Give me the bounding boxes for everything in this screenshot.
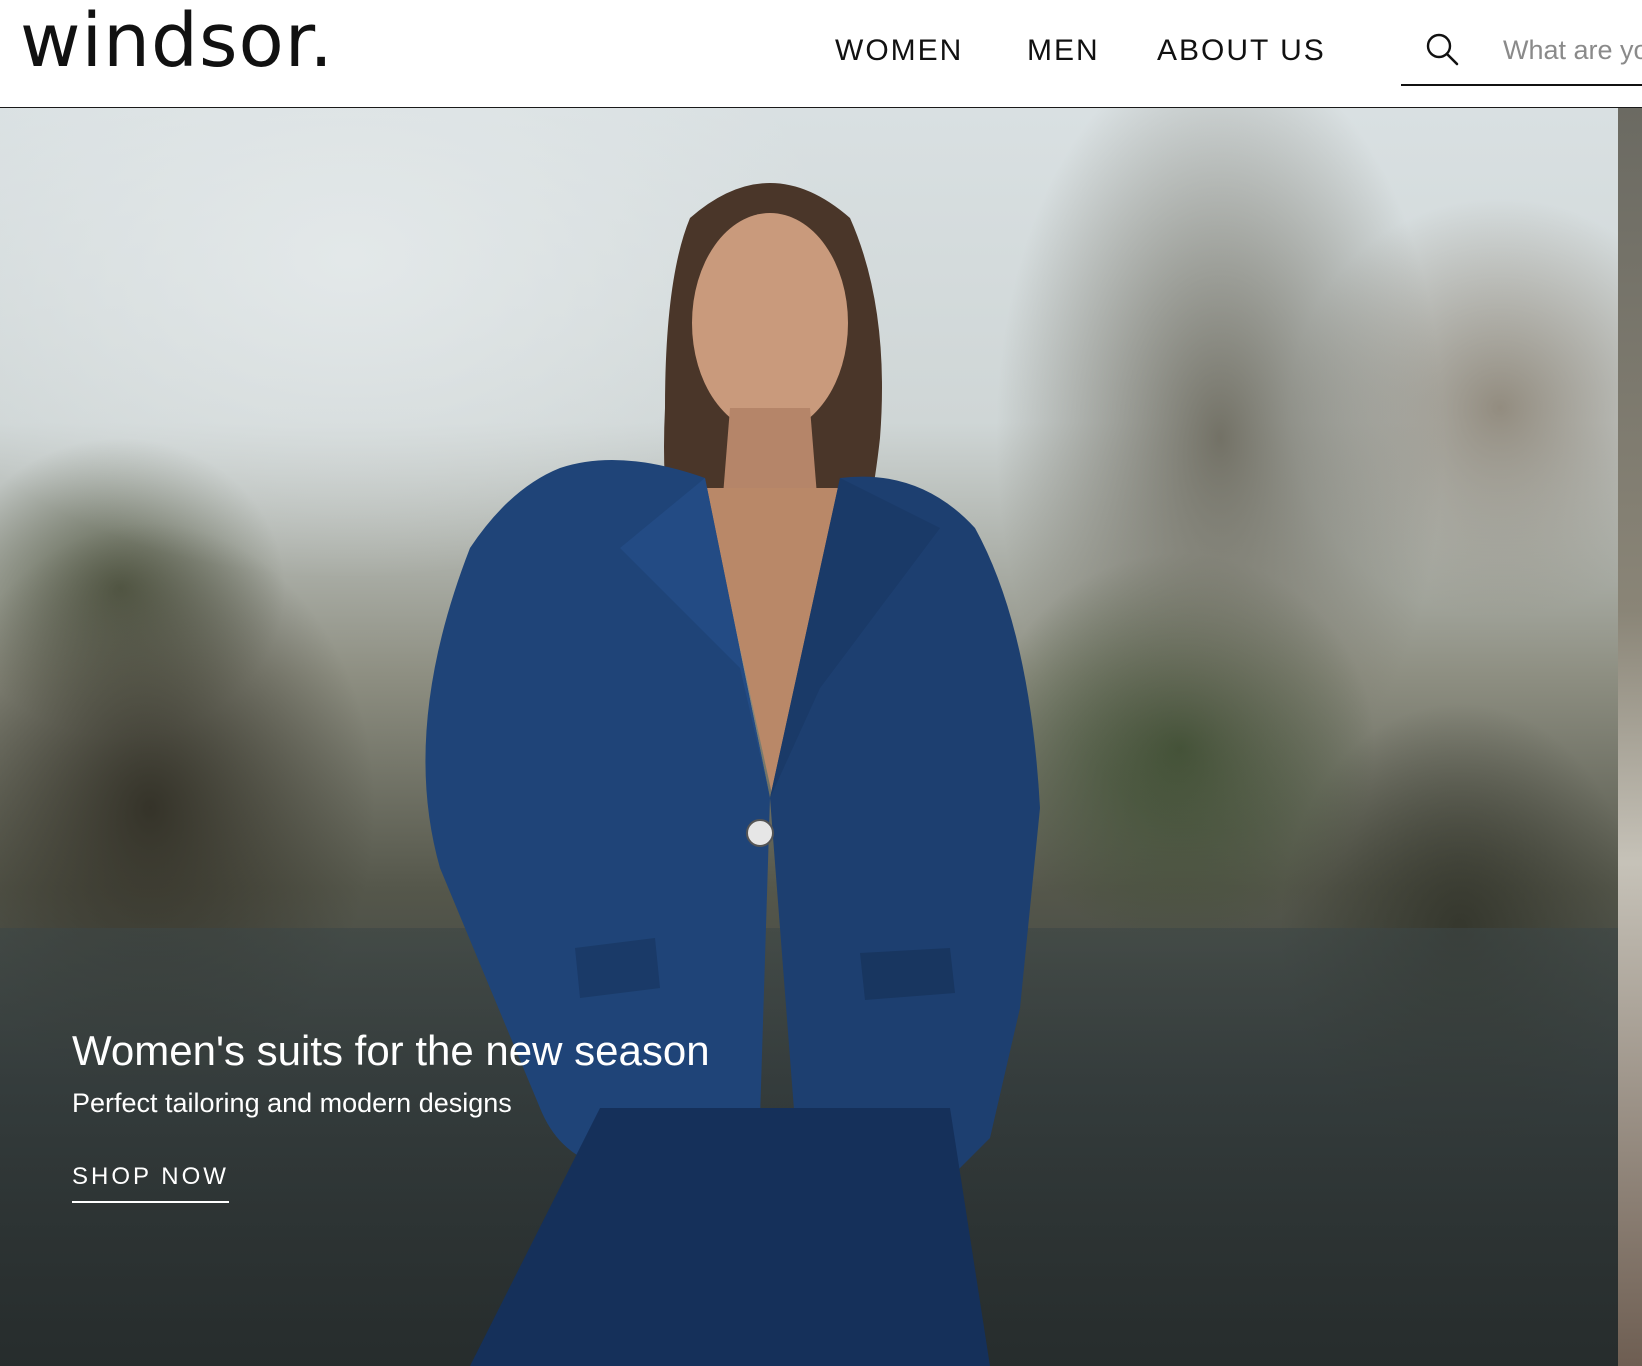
site-header: windsor. WOMEN MEN ABOUT US: [0, 0, 1642, 108]
shop-now-link[interactable]: SHOP NOW: [72, 1163, 229, 1204]
nav-item-men[interactable]: MEN: [1027, 34, 1100, 68]
hero-banner[interactable]: Women's suits for the new season Perfect…: [0, 108, 1618, 1366]
brand-logo[interactable]: windsor.: [20, 4, 334, 78]
search-input[interactable]: [1503, 30, 1642, 70]
hero-title: Women's suits for the new season: [72, 1027, 710, 1074]
hero-subtitle: Perfect tailoring and modern designs: [72, 1088, 512, 1119]
search-bar: [1401, 20, 1642, 86]
search-icon[interactable]: [1425, 32, 1459, 66]
next-slide-peek[interactable]: [1618, 108, 1642, 1366]
hero-text-block: Women's suits for the new season Perfect…: [72, 1026, 710, 1204]
nav-item-about-us[interactable]: ABOUT US: [1157, 34, 1326, 68]
nav-item-women[interactable]: WOMEN: [835, 34, 963, 68]
